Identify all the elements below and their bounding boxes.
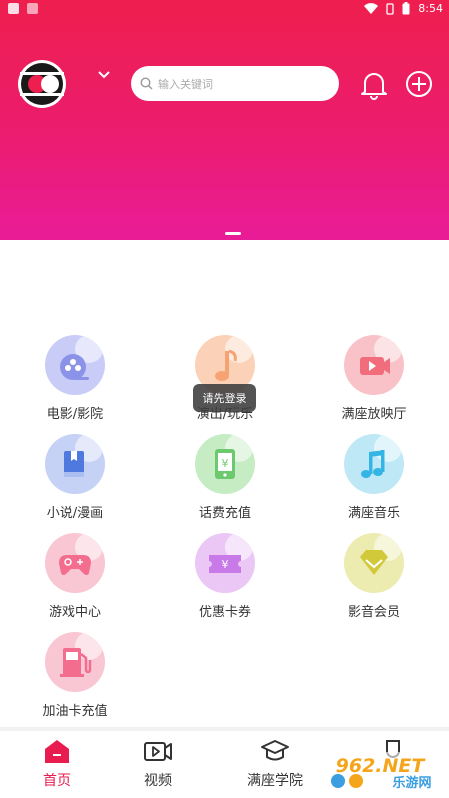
signal-icon	[386, 2, 394, 15]
svg-text:乐游网: 乐游网	[392, 775, 431, 791]
battery-icon	[402, 2, 410, 15]
app-logo-icon[interactable]	[16, 58, 68, 110]
grid-item-novel[interactable]: 小说/漫画	[0, 434, 150, 530]
book-icon	[45, 434, 105, 494]
tab-label: 视频	[144, 773, 172, 789]
search-placeholder: 输入关键词	[158, 77, 213, 91]
banner-page-indicator	[225, 232, 241, 235]
login-toast: 请先登录	[193, 384, 256, 412]
site-watermark-logo: 962.NET 乐游网	[316, 752, 444, 791]
grid-item-label: 满座音乐	[347, 506, 400, 521]
grid-item-screening-hall[interactable]: 满座放映厅	[299, 335, 449, 431]
chevron-down-icon[interactable]	[97, 70, 111, 80]
grid-item-coupons[interactable]: ¥ 优惠卡券	[150, 533, 300, 629]
phone-yuan-icon: ¥	[195, 434, 255, 494]
diamond-icon	[344, 533, 404, 593]
grid-item-music[interactable]: 满座音乐	[299, 434, 449, 530]
tab-label: 首页	[43, 773, 71, 789]
grid-item-label: 话费充值	[198, 506, 251, 521]
coupon-icon: ¥	[195, 533, 255, 593]
search-input[interactable]: 输入关键词	[131, 66, 339, 101]
bell-icon[interactable]	[360, 70, 388, 100]
header-banner: 8:54 输入关键词	[0, 0, 449, 240]
status-time: 8:54	[418, 2, 443, 15]
grid-item-av-membership[interactable]: 影音会员	[299, 533, 449, 629]
grid-item-label: 满座放映厅	[341, 407, 407, 422]
grid-item-movie[interactable]: 电影/影院	[0, 335, 150, 431]
gamepad-icon	[45, 533, 105, 593]
grid-item-label: 小说/漫画	[46, 506, 104, 521]
music-icon	[344, 434, 404, 494]
grid-item-label: 电影/影院	[46, 407, 104, 422]
grid-item-label: 优惠卡券	[198, 605, 251, 620]
grid-item-phone-recharge[interactable]: ¥ 话费充值	[150, 434, 300, 530]
tab-video[interactable]: 视频	[103, 731, 213, 798]
wifi-icon	[364, 3, 379, 14]
tab-home[interactable]: 首页	[2, 731, 112, 798]
grid-item-show[interactable]: 演出/玩乐	[150, 335, 300, 431]
tab-academy[interactable]: 满座学院	[220, 731, 330, 798]
graduation-cap-icon	[261, 740, 289, 761]
svg-text:¥: ¥	[222, 457, 229, 470]
grid-item-fuel-card[interactable]: 加油卡充值	[0, 632, 150, 728]
grid-item-games[interactable]: 游戏中心	[0, 533, 150, 629]
svg-text:962.NET: 962.NET	[336, 755, 427, 777]
tab-label: 满座学院	[247, 773, 303, 789]
grid-item-label: 加油卡充值	[42, 704, 108, 719]
search-icon	[140, 77, 153, 90]
app-notification-icon	[27, 3, 38, 14]
notification-icon	[8, 3, 19, 14]
home-icon	[45, 740, 69, 763]
grid-item-label: 影音会员	[347, 605, 400, 620]
add-icon[interactable]	[405, 70, 433, 98]
video-camera-icon	[344, 335, 404, 395]
svg-text:¥: ¥	[222, 558, 229, 571]
film-reel-icon	[45, 335, 105, 395]
grid-item-label: 游戏中心	[48, 605, 101, 620]
status-bar: 8:54	[0, 0, 449, 20]
video-icon	[144, 742, 172, 761]
fuel-pump-icon	[45, 632, 105, 692]
